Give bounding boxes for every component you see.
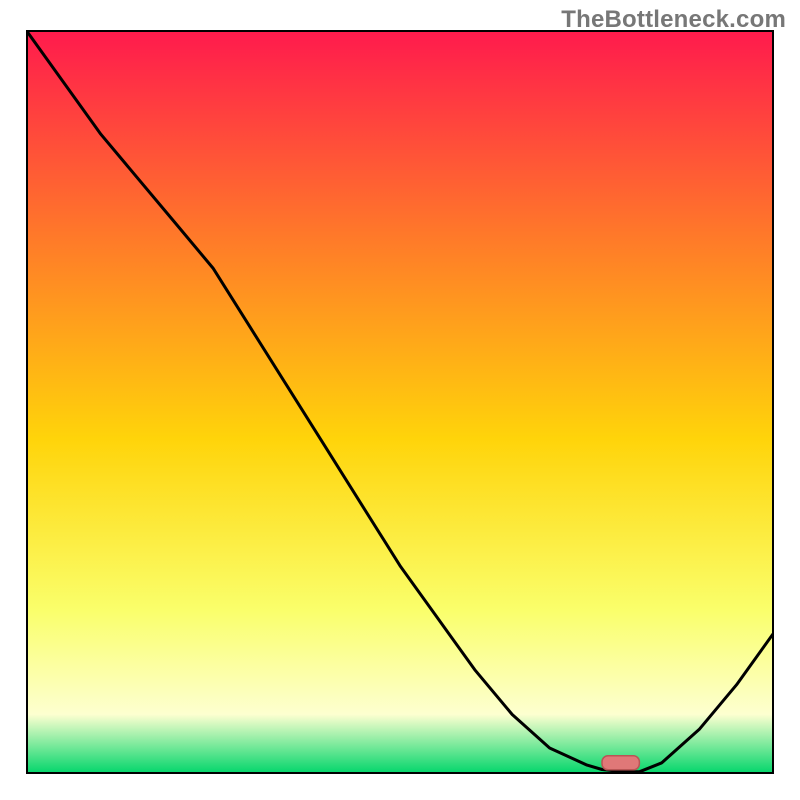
plot-area — [26, 30, 774, 774]
background-gradient — [26, 30, 774, 774]
chart-root: { "watermark": "TheBottleneck.com", "col… — [0, 0, 800, 800]
